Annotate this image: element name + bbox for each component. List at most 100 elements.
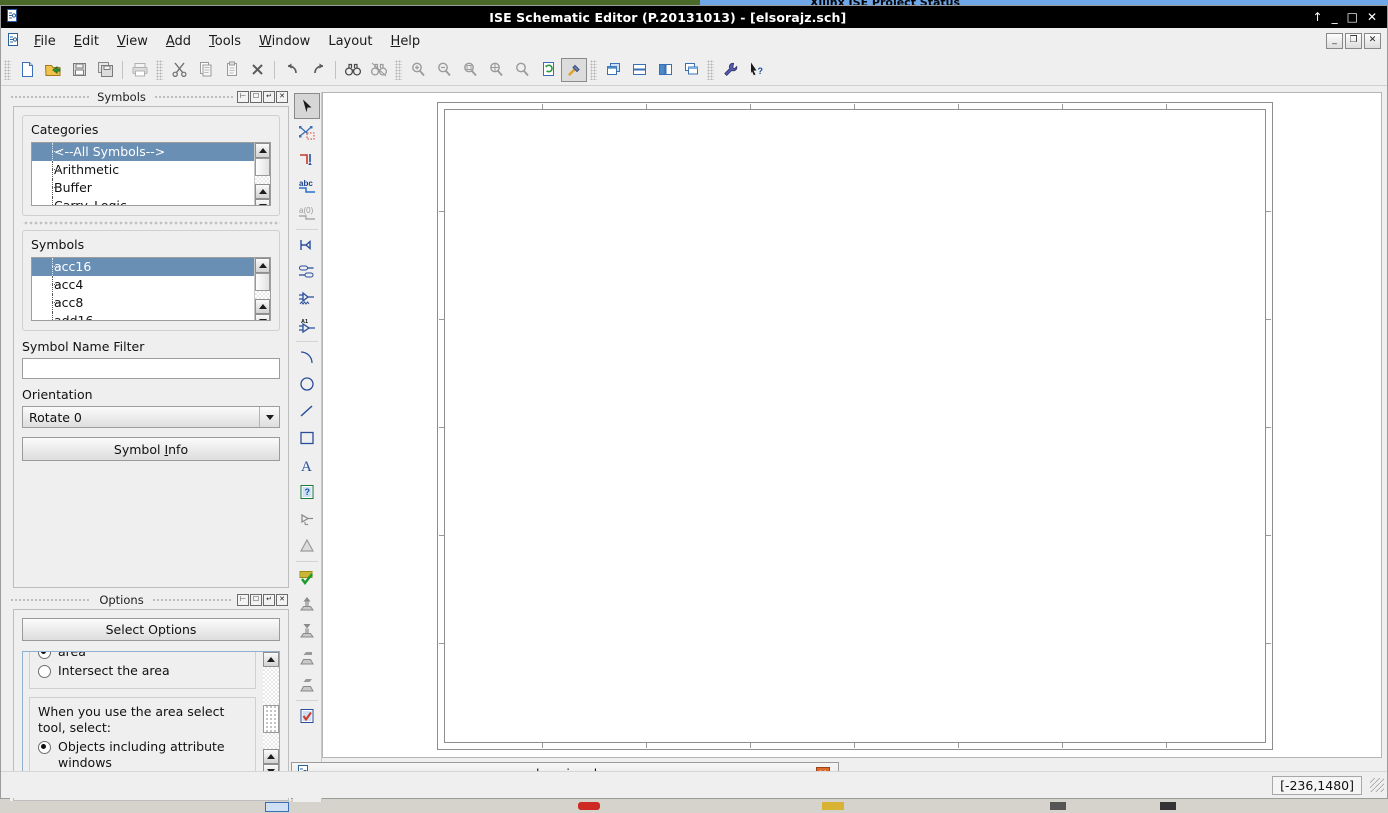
options-scroll-up-button-2[interactable] — [263, 749, 279, 764]
chevron-down-icon[interactable] — [259, 407, 279, 427]
zoom-area-icon[interactable] — [509, 58, 535, 82]
panel-drag-handle-right[interactable] — [153, 95, 233, 99]
context-help-icon[interactable]: ? — [743, 58, 769, 82]
zoom-selection-icon[interactable] — [483, 58, 509, 82]
pop-out-symbol-icon[interactable] — [294, 618, 320, 644]
add-io-marker-icon[interactable] — [294, 232, 320, 258]
close-icon[interactable]: ✕ — [276, 91, 288, 103]
cut-scissors-icon[interactable] — [166, 58, 192, 82]
find-binoculars-icon[interactable] — [340, 58, 366, 82]
add-symbol-attribute-icon[interactable]: A1 — [294, 313, 320, 339]
symbols-listbox[interactable]: acc16 acc4 acc8 add16 — [31, 257, 271, 321]
categories-scroll-up-button[interactable] — [255, 143, 270, 158]
toolbar-grip-5[interactable] — [707, 59, 714, 80]
categories-scroll-track[interactable] — [255, 176, 270, 184]
category-item-arithmetic[interactable]: Arithmetic — [32, 161, 255, 179]
menu-edit[interactable]: Edit — [65, 31, 108, 52]
check-schematic-icon[interactable] — [294, 564, 320, 590]
undo-icon[interactable] — [279, 58, 305, 82]
menu-view[interactable]: View — [108, 31, 157, 52]
radio-area[interactable] — [38, 652, 51, 659]
taskbar-item-3[interactable] — [822, 802, 844, 810]
add-comment-icon[interactable]: ? — [294, 479, 320, 505]
menu-window[interactable]: Window — [250, 31, 319, 52]
close-button[interactable]: ✕ — [1367, 11, 1377, 23]
float-icon[interactable]: ☐ — [250, 91, 262, 103]
toolbar-grip-4[interactable] — [590, 59, 597, 80]
paste-icon[interactable] — [218, 58, 244, 82]
save-icon[interactable] — [66, 58, 92, 82]
undock-icon[interactable]: ↵ — [263, 594, 275, 606]
options-scroll-thumb[interactable] — [263, 705, 279, 733]
refresh-icon[interactable] — [535, 58, 561, 82]
float-icon[interactable]: ☐ — [250, 594, 262, 606]
taskbar-item-4[interactable] — [1050, 802, 1066, 810]
mdi-minimize-button[interactable]: _ — [1326, 33, 1343, 49]
symbol-item-acc4[interactable]: acc4 — [32, 276, 255, 294]
categories-scroll-up-button-2[interactable] — [255, 184, 270, 199]
categories-scrollbar[interactable] — [254, 143, 270, 205]
orientation-select[interactable]: Rotate 0 — [22, 406, 280, 428]
radio-row-intersect-area[interactable]: Intersect the area — [38, 663, 247, 679]
draw-line-icon[interactable] — [294, 398, 320, 424]
panel-drag-handle[interactable] — [10, 95, 90, 99]
options-scroll-track-bottom[interactable] — [263, 733, 279, 749]
copy-icon[interactable] — [192, 58, 218, 82]
menu-add[interactable]: Add — [157, 31, 200, 52]
mdi-close-button[interactable]: ✕ — [1364, 33, 1381, 49]
find-next-binoculars-icon[interactable] — [366, 58, 392, 82]
add-wire-icon[interactable] — [294, 147, 320, 173]
toolbar-grip[interactable] — [4, 59, 11, 80]
maximize-button[interactable]: □ — [1347, 11, 1358, 23]
redo-icon[interactable] — [305, 58, 331, 82]
symbols-scroll-down-button[interactable] — [255, 314, 270, 320]
run-check-icon[interactable] — [294, 703, 320, 729]
add-buffer-icon[interactable] — [294, 533, 320, 559]
hammer-tool-icon[interactable] — [561, 57, 587, 82]
options-drag-handle[interactable] — [10, 598, 92, 602]
tile-vertical-icon[interactable] — [652, 58, 678, 82]
select-arrow-icon[interactable] — [294, 93, 320, 119]
zoom-in-icon[interactable] — [405, 58, 431, 82]
document-menu-icon[interactable] — [1, 33, 25, 49]
categories-scroll-thumb[interactable] — [255, 158, 270, 176]
shade-up-button[interactable]: ↑ — [1313, 11, 1323, 23]
symbol-item-add16[interactable]: add16 — [32, 312, 255, 320]
add-symbol-pin-icon[interactable] — [294, 286, 320, 312]
zoom-out-icon[interactable] — [431, 58, 457, 82]
add-instance-name-icon[interactable] — [294, 259, 320, 285]
taskbar-item-2[interactable] — [578, 802, 600, 810]
delete-x-icon[interactable] — [244, 58, 270, 82]
radio-objects-including[interactable] — [38, 741, 51, 754]
menu-file[interactable]: FFileile — [25, 31, 65, 52]
pop-out-sheet-icon[interactable] — [294, 672, 320, 698]
add-net-name-icon[interactable]: abc — [294, 174, 320, 200]
radio-row-objects-including[interactable]: Objects including attribute windows — [38, 739, 247, 771]
radio-intersect-area[interactable] — [38, 665, 51, 678]
menu-tools[interactable]: Tools — [200, 31, 250, 52]
symbols-scroll-up-button[interactable] — [255, 258, 270, 273]
resize-grip[interactable] — [1370, 778, 1384, 792]
draw-rectangle-icon[interactable] — [294, 425, 320, 451]
panel-splitter[interactable] — [22, 220, 280, 226]
zoom-fit-icon[interactable] — [457, 58, 483, 82]
push-into-symbol-icon[interactable] — [294, 591, 320, 617]
menu-help[interactable]: Help — [382, 31, 430, 52]
options-drag-handle-right[interactable] — [151, 598, 233, 602]
symbols-scroll-up-button-2[interactable] — [255, 299, 270, 314]
close-icon[interactable]: ✕ — [276, 594, 288, 606]
minimize-button[interactable]: _ — [1332, 11, 1338, 23]
toolbar-grip-2[interactable] — [156, 59, 163, 80]
schematic-canvas[interactable] — [322, 92, 1382, 758]
symbols-scroll-track[interactable] — [255, 291, 270, 299]
add-symbol-icon[interactable] — [294, 120, 320, 146]
arrange-windows-icon[interactable] — [678, 58, 704, 82]
category-item-all-symbols[interactable]: <--All Symbols--> — [32, 143, 255, 161]
push-into-sheet-icon[interactable] — [294, 645, 320, 671]
tile-horizontal-icon[interactable] — [626, 58, 652, 82]
menu-layout[interactable]: Layout — [319, 31, 381, 52]
symbol-info-button[interactable]: Symbol Info — [22, 437, 280, 461]
symbol-name-filter-input[interactable] — [22, 358, 280, 379]
add-pin-icon[interactable] — [294, 506, 320, 532]
dock-icon[interactable]: ⊢ — [237, 91, 249, 103]
